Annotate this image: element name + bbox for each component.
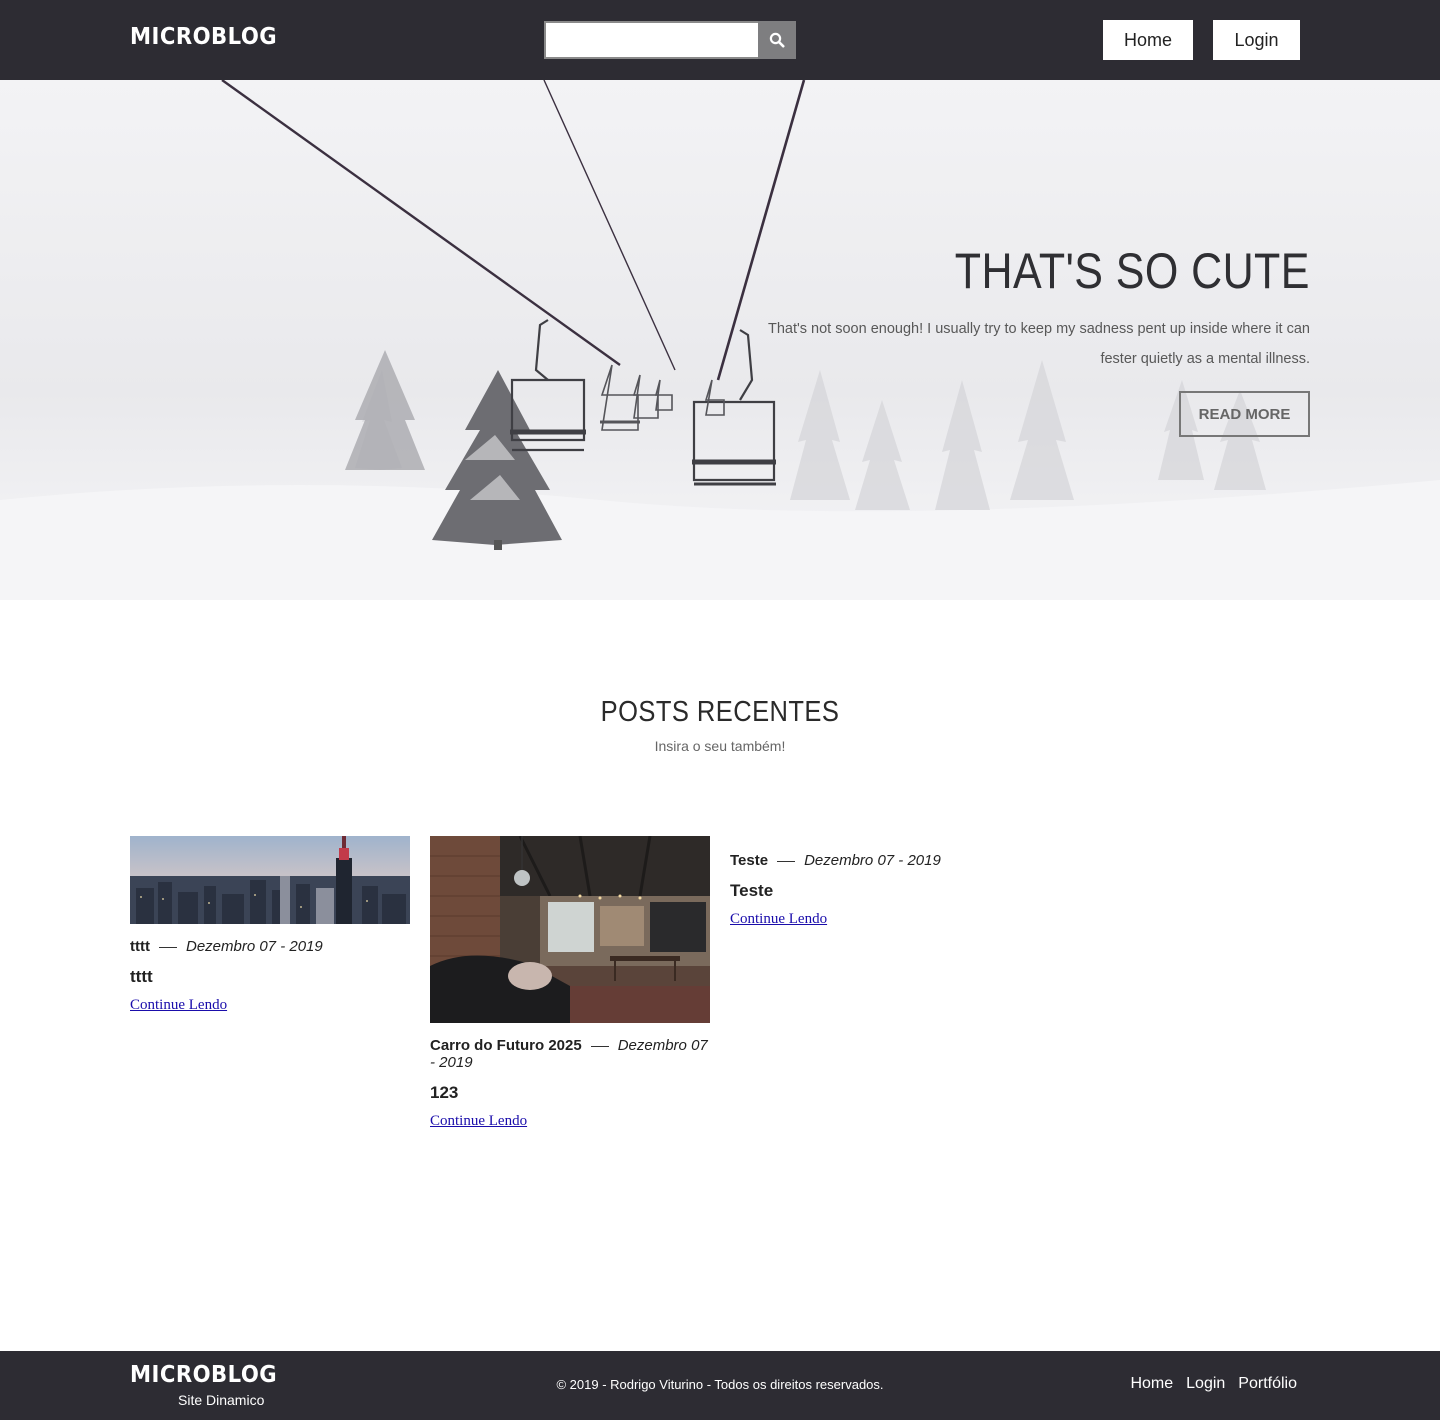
post-date: Dezembro 07 - 2019	[804, 852, 941, 869]
post-title: 123	[430, 1083, 459, 1102]
post-author: Teste	[730, 852, 769, 869]
search-bar	[544, 21, 796, 59]
footer-tagline: Site Dinamico	[178, 1392, 265, 1408]
section-subtitle: Insira o seu também!	[654, 738, 786, 754]
section-title: POSTS RECENTES	[600, 696, 840, 728]
continue-reading-link[interactable]: Continue Lendo	[130, 997, 227, 1014]
post-card: tttt Dezembro 07 - 2019 tttt Continue Len…	[130, 836, 410, 1014]
search-icon	[769, 32, 785, 48]
post-author: tttt	[130, 938, 150, 955]
post-meta: Carro do Futuro 2025 Dezembro 07 - 2019	[430, 1037, 710, 1071]
post-date: Dezembro 07 - 2019	[185, 938, 323, 955]
post-title: Teste	[730, 881, 774, 900]
continue-reading-link[interactable]: Continue Lendo	[730, 911, 827, 928]
continue-reading-link[interactable]: Continue Lendo	[430, 1113, 527, 1130]
meta-divider	[777, 860, 796, 862]
post-author: Carro do Futuro 2025	[430, 1037, 582, 1054]
footer-link-home[interactable]: Home	[1130, 1375, 1173, 1393]
hero-banner: THAT'S SO CUTE That's not soon enough! I…	[0, 80, 1440, 600]
post-card: Teste Dezembro 07 - 2019 Teste Continue L…	[730, 836, 1010, 928]
post-meta: Teste Dezembro 07 - 2019	[730, 852, 1010, 869]
footer-link-portfolio[interactable]: Portfólio	[1238, 1375, 1297, 1393]
post-thumbnail-city[interactable]	[130, 836, 410, 924]
site-header: MICROBLOG Home Login	[0, 0, 1440, 80]
search-button[interactable]	[758, 21, 796, 59]
post-card: Carro do Futuro 2025 Dezembro 07 - 2019 1…	[430, 836, 710, 1130]
read-more-button[interactable]: READ MORE	[1179, 391, 1310, 437]
nav-login-button[interactable]: Login	[1213, 20, 1300, 60]
site-footer: MICROBLOG Site Dinamico © 2019 - Rodrigo…	[0, 1351, 1440, 1420]
meta-divider	[158, 946, 177, 948]
search-input[interactable]	[544, 21, 758, 59]
post-meta: tttt Dezembro 07 - 2019	[130, 938, 410, 955]
hero-title: THAT'S SO CUTE	[954, 243, 1310, 299]
post-title: tttt	[130, 967, 153, 986]
footer-link-login[interactable]: Login	[1186, 1375, 1225, 1393]
nav-home-button[interactable]: Home	[1103, 20, 1193, 60]
post-thumbnail-loft[interactable]	[430, 836, 710, 1023]
hero-text: That's not soon enough! I usually try to…	[767, 321, 1310, 367]
meta-divider	[590, 1045, 609, 1047]
footer-nav: Home Login Portfólio	[1130, 1375, 1297, 1393]
brand-logo[interactable]: MICROBLOG	[130, 24, 277, 50]
